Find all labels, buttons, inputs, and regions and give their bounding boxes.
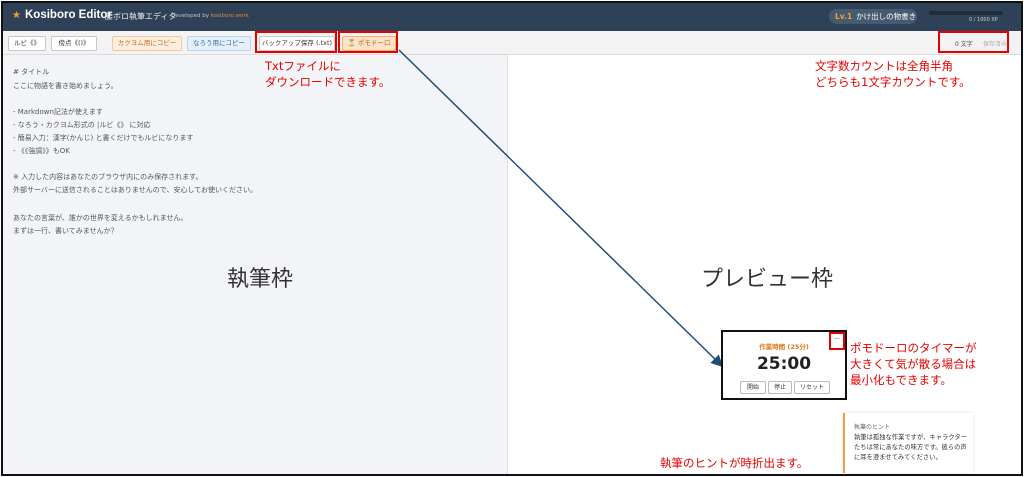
pomodoro-stop-button[interactable]: 停止 [768,381,792,394]
pomodoro-title: 作業時間 (25分) [759,343,809,351]
pomodoro-time: 25:00 [756,354,812,374]
minimize-highlight-box [829,332,845,350]
pomodoro-start-button[interactable]: 開始 [740,381,766,394]
app-frame: ★ Kosiboro Editor 腰ボロ執筆エディタ Developed by… [1,1,1023,476]
pomodoro-reset-button[interactable]: リセット [794,381,830,394]
writing-hint-card: 執筆のヒント 執筆は孤独な作業ですが、キャラクターたちは常にあなたの味方です。彼… [843,413,973,473]
hint-body: 執筆は孤独な作業ですが、キャラクターたちは常にあなたの味方です。彼らの声に耳を澄… [854,434,967,461]
hint-title: 執筆のヒント [854,424,891,431]
annotation-arrow [398,49,724,368]
